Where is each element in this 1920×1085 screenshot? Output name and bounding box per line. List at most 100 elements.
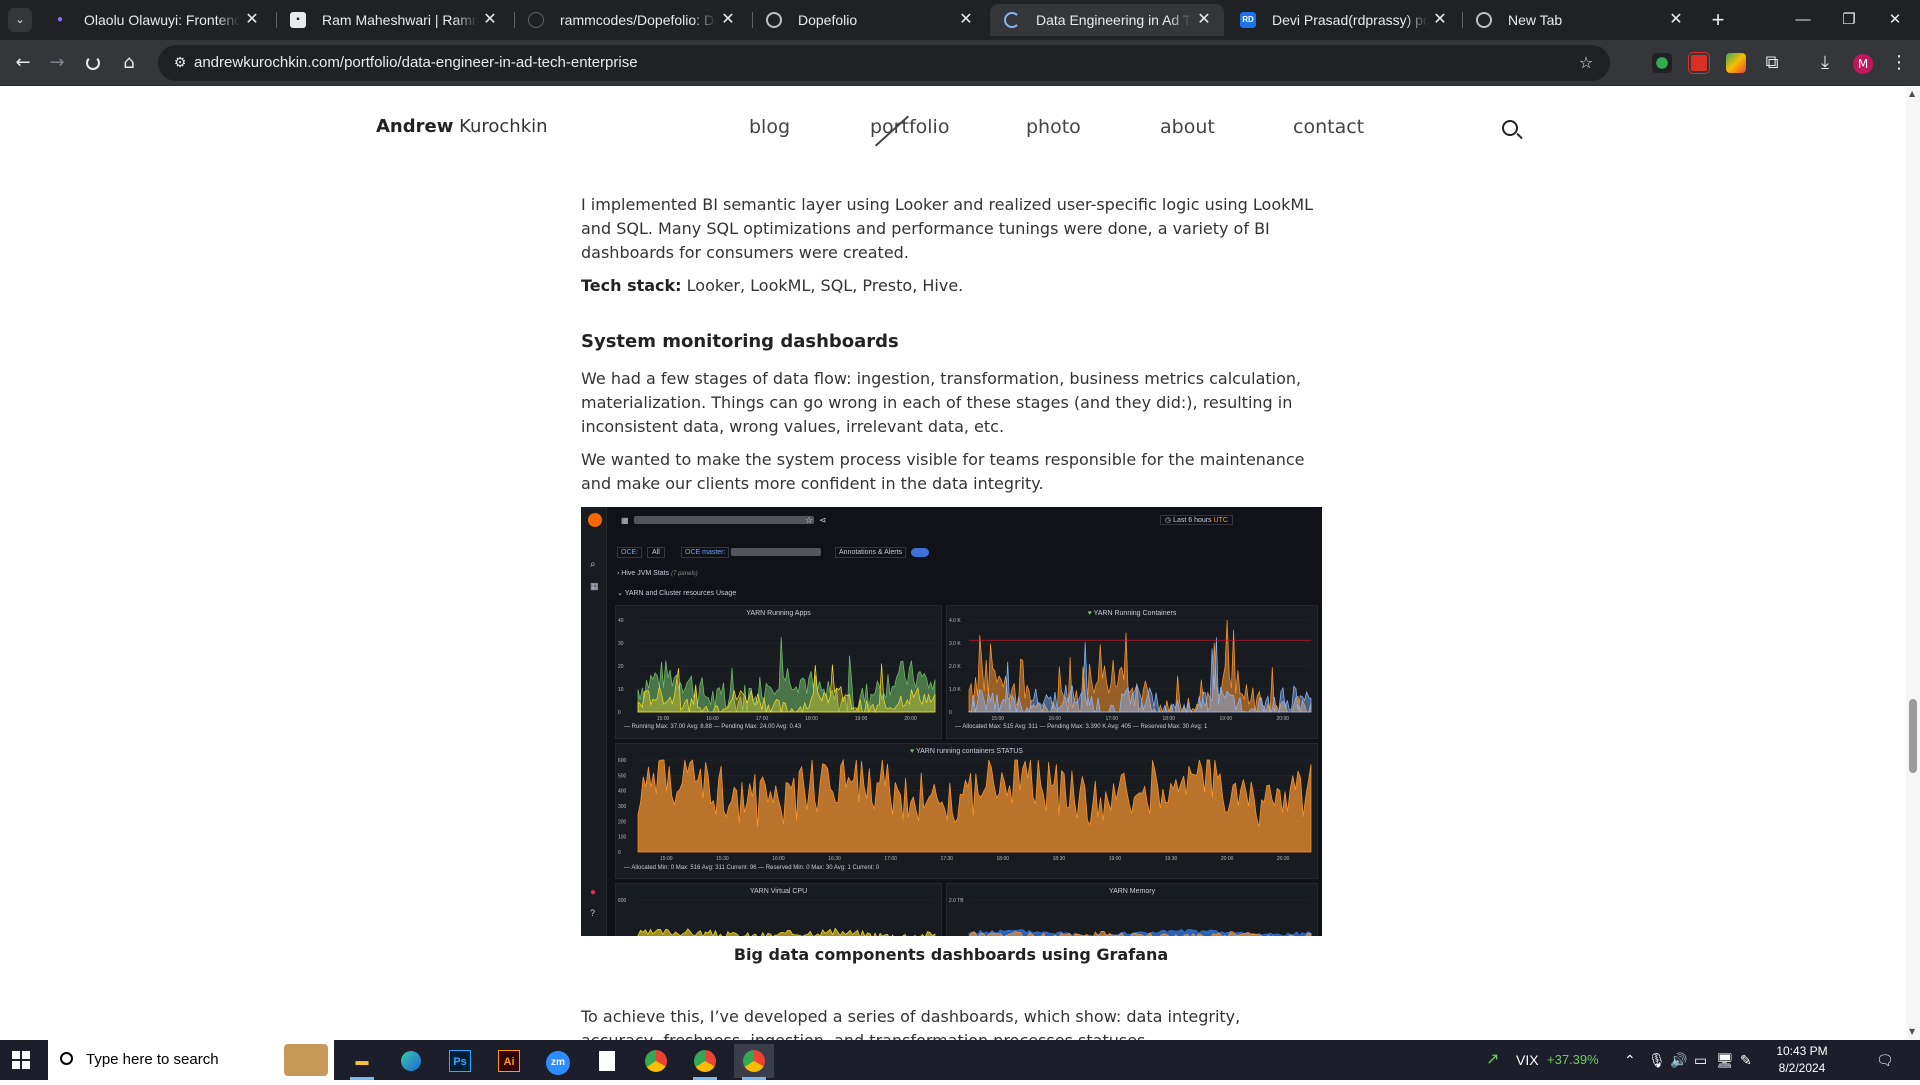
meet-icon[interactable]: ▭: [1694, 1040, 1707, 1080]
close-icon[interactable]: ✕: [1666, 4, 1686, 36]
time-zone: UTC: [1213, 517, 1228, 524]
nav-blog[interactable]: blog: [749, 116, 790, 138]
file-explorer-icon[interactable]: ▬: [342, 1044, 382, 1080]
profile-avatar[interactable]: M: [1848, 48, 1878, 78]
purple-pin-icon: ●: [52, 12, 68, 28]
scroll-down-icon[interactable]: ▼: [1909, 1027, 1915, 1036]
row-title: Hive JVM Stats: [621, 570, 670, 577]
microphone-icon[interactable]: 🎙: [1648, 1040, 1666, 1080]
extensions-puzzle-icon[interactable]: ⧉: [1757, 48, 1787, 78]
close-icon[interactable]: ✕: [242, 4, 262, 36]
close-icon[interactable]: ✕: [956, 4, 976, 36]
close-icon[interactable]: ✕: [1430, 4, 1450, 36]
x-tick-label: 17:00: [1106, 716, 1119, 722]
file-icon[interactable]: [587, 1044, 627, 1078]
menu-kebab-icon[interactable]: ⋮: [1884, 48, 1914, 78]
x-tick-label: 16:00: [772, 856, 785, 862]
tab-title: rammcodes/Dopefolio: Dopefolio: [560, 12, 716, 28]
github-icon: [528, 12, 544, 28]
close-icon[interactable]: ✕: [1194, 4, 1214, 36]
var-oce-label: OCE:: [617, 547, 643, 558]
tab-3[interactable]: Dopefolio ✕: [752, 4, 986, 36]
chrome-active-icon[interactable]: [734, 1044, 774, 1080]
y-tick-label: 600: [618, 898, 627, 904]
y-tick-label: 2.0 K: [949, 664, 961, 670]
notifications-icon[interactable]: 🗨: [1876, 1040, 1894, 1080]
var-master-label: OCE master:: [681, 547, 730, 558]
x-tick-label: 20:30: [1277, 856, 1290, 862]
x-tick-label: 17:00: [884, 856, 897, 862]
search-highlight-icon: [284, 1044, 328, 1076]
extension-red-icon[interactable]: [1689, 53, 1709, 73]
paragraph-data-flow: We had a few stages of data flow: ingest…: [581, 369, 1302, 436]
close-icon[interactable]: ✕: [718, 4, 738, 36]
chrome-icon[interactable]: [636, 1044, 676, 1078]
tab-5[interactable]: RD Devi Prasad(rdprassy) portfolio ✕: [1226, 4, 1460, 36]
download-icon[interactable]: ⤓: [1810, 48, 1840, 78]
forward-button[interactable]: →: [42, 48, 72, 78]
close-icon[interactable]: ✕: [480, 4, 500, 36]
illustrator-icon[interactable]: Ai: [489, 1044, 529, 1078]
tray-chevron-icon[interactable]: ⌃: [1624, 1040, 1636, 1080]
volume-icon[interactable]: 🔊: [1670, 1040, 1687, 1080]
stock-change[interactable]: +37.39%: [1547, 1040, 1599, 1080]
site-info-icon[interactable]: ⚙: [168, 51, 192, 75]
stock-chart-icon[interactable]: ↗: [1486, 1040, 1499, 1080]
network-icon[interactable]: 🖥: [1716, 1040, 1734, 1080]
scrollbar-thumb[interactable]: [1909, 699, 1917, 773]
app-label: Ps: [449, 1050, 471, 1072]
search-icon: ⌕: [590, 559, 596, 570]
tech-stack-value: Looker, LookML, SQL, Presto, Hive.: [681, 276, 964, 295]
tab-title: Data Engineering in Ad Tech enterprise: [1036, 12, 1192, 28]
extension-drive-icon[interactable]: [1726, 53, 1746, 73]
tab-1[interactable]: ▪ Ram Maheshwari | RammCodes ✕: [276, 4, 510, 36]
zoom-icon[interactable]: zm: [538, 1044, 578, 1078]
search-icon[interactable]: [1502, 120, 1518, 136]
annotations-toggle-label: Annotations & Alerts: [835, 547, 907, 558]
address-bar[interactable]: ⚙ andrewkurochkin.com/portfolio/data-eng…: [158, 45, 1610, 81]
scroll-up-icon[interactable]: ▲: [1909, 89, 1915, 98]
tab-title: New Tab: [1508, 12, 1563, 28]
series-area: [637, 636, 936, 713]
nav-portfolio[interactable]: portfolio: [870, 116, 949, 138]
y-tick-label: 600: [618, 758, 627, 764]
windows-start-icon[interactable]: [12, 1051, 30, 1069]
tab-0[interactable]: ● Olaolu Olawuyi: Frontend developer ✕: [38, 4, 272, 36]
x-tick-label: 15:00: [992, 716, 1005, 722]
taskbar-clock[interactable]: 10:43 PM 8/2/2024: [1766, 1043, 1838, 1077]
chrome-profile-icon[interactable]: [685, 1044, 725, 1080]
tab-4-active[interactable]: Data Engineering in Ad Tech enterprise ✕: [990, 4, 1224, 36]
status-chart: 600 500 400 300 200 100 0 15:00 15:30 16:00 16:30 1…: [618, 758, 1312, 862]
extension-green-icon[interactable]: [1652, 53, 1672, 73]
taskbar-search-box[interactable]: Type here to search: [48, 1040, 334, 1080]
url-text[interactable]: andrewkurochkin.com/portfolio/data-engin…: [194, 45, 638, 81]
nav-contact[interactable]: contact: [1293, 116, 1364, 138]
help-icon: ?: [590, 908, 596, 918]
reload-button[interactable]: [78, 48, 108, 78]
site-brand[interactable]: Andrew Kurochkin: [376, 116, 548, 137]
y-tick-label: 10: [618, 687, 624, 693]
minimize-button[interactable]: —: [1780, 0, 1826, 40]
x-tick-label: 16:00: [1049, 716, 1062, 722]
new-tab-button[interactable]: +: [1702, 4, 1734, 36]
grafana-logo-icon: [588, 513, 602, 527]
tab-2[interactable]: rammcodes/Dopefolio: Dopefolio ✕: [514, 4, 748, 36]
y-tick-label: 20: [618, 664, 624, 670]
nav-about[interactable]: about: [1160, 116, 1215, 138]
loading-icon: [1004, 12, 1020, 28]
stock-name[interactable]: VIX: [1516, 1040, 1539, 1080]
close-window-button[interactable]: ✕: [1872, 0, 1918, 40]
edge-icon[interactable]: [391, 1044, 431, 1078]
tab-search-icon[interactable]: ⌄: [8, 8, 32, 32]
y-tick-label: 400: [618, 789, 627, 795]
photoshop-icon[interactable]: Ps: [440, 1044, 480, 1078]
bookmark-star-icon[interactable]: ☆: [1574, 51, 1598, 75]
restore-button[interactable]: ❐: [1826, 0, 1872, 40]
nav-photo[interactable]: photo: [1026, 116, 1081, 138]
pen-icon[interactable]: ✎: [1740, 1040, 1752, 1080]
home-button[interactable]: ⌂: [114, 48, 144, 78]
back-button[interactable]: ←: [8, 48, 38, 78]
x-tick-label: 17:30: [940, 856, 953, 862]
page-scrollbar[interactable]: ▲ ▼: [1906, 87, 1920, 1040]
tab-6[interactable]: New Tab ✕: [1462, 4, 1696, 36]
